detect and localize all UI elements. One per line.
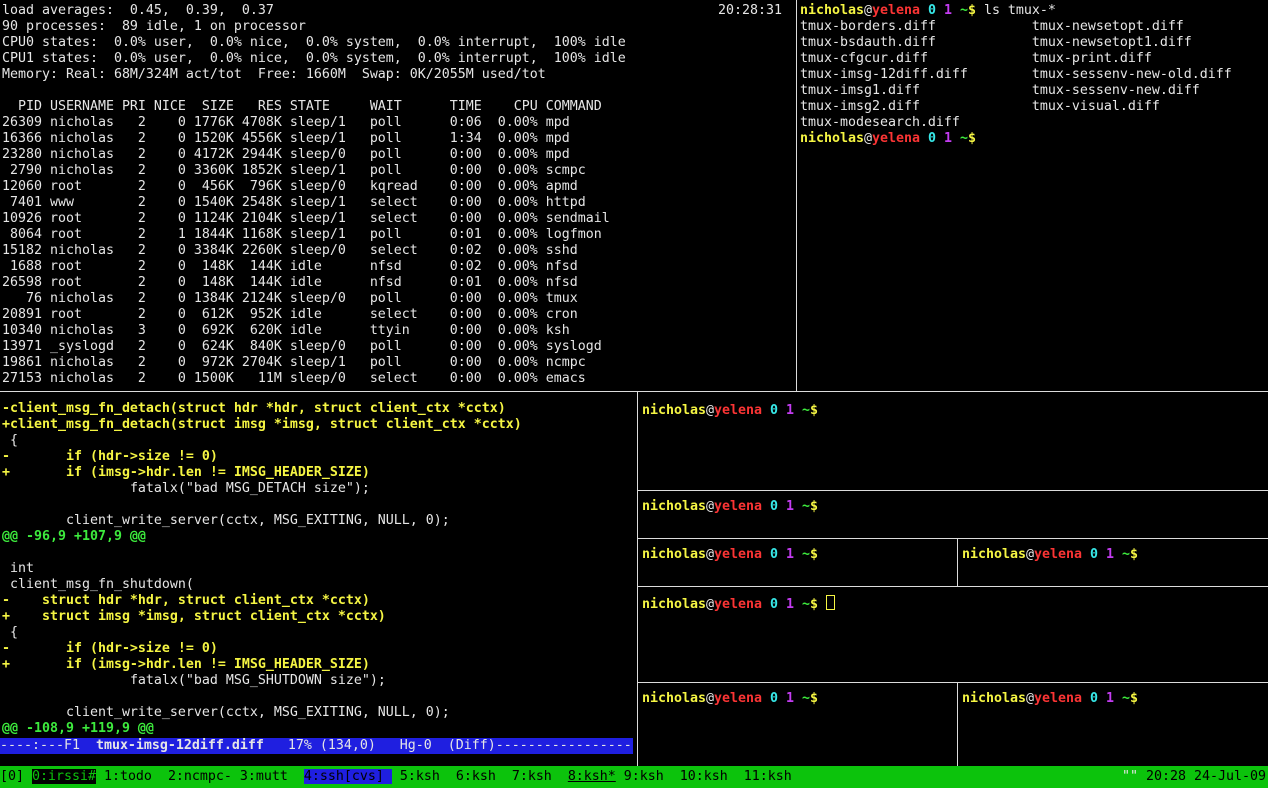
emacs-diff-line: @@ -108,9 +119,9 @@ [2, 721, 522, 737]
shell-prompt: nicholas@yelena 0 1 ~$ [642, 403, 818, 418]
emacs-diff-line: fatalx("bad MSG_DETACH size"); [2, 481, 522, 497]
pane-border-vertical-top [796, 0, 797, 392]
pane-border-v-mid [957, 539, 958, 586]
emacs-diff-line: -client_msg_fn_detach(struct hdr *hdr, s… [2, 401, 522, 417]
emacs-buffer: -client_msg_fn_detach(struct hdr *hdr, s… [2, 401, 522, 737]
pane-border-h1 [638, 490, 1268, 491]
window-10-ksh[interactable]: 10:ksh [680, 769, 736, 784]
emacs-diff-line: + struct imsg *imsg, struct client_ctx *… [2, 609, 522, 625]
shell-prompt: nicholas@yelena 0 1 ~$ [800, 131, 976, 146]
window-11-ksh[interactable]: 11:ksh [744, 769, 800, 784]
window-6-ksh[interactable]: 6:ksh [456, 769, 504, 784]
modeline-prefix: ----:---F1 [0, 738, 96, 753]
window-3-mutt[interactable]: 3:mutt [240, 769, 296, 784]
emacs-diff-line: { [2, 433, 522, 449]
tmux-terminal-screen: load averages: 0.45, 0.39, 0.37 90 proce… [0, 0, 1268, 788]
emacs-diff-line: client_msg_fn_shutdown( [2, 577, 522, 593]
window-5-ksh[interactable]: 5:ksh [400, 769, 448, 784]
tmux-status-bar: [0] 0:irssi# 1:todo 2:ncmpc- 3:mutt 4:ss… [0, 766, 1268, 788]
window-0-irssi[interactable]: 0:irssi# [32, 769, 96, 784]
emacs-diff-line [2, 497, 522, 513]
pane-shell-2[interactable]: nicholas@yelena 0 1 ~$ [642, 499, 818, 515]
emacs-diff-line [2, 545, 522, 561]
pane-border-v-low [957, 683, 958, 766]
emacs-diff-line: + if (imsg->hdr.len != IMSG_HEADER_SIZE) [2, 657, 522, 673]
pane-shell-ls[interactable]: nicholas@yelena 0 1 ~$ ls tmux-* tmux-bo… [800, 3, 1232, 147]
pane-border-horizontal-main [0, 391, 1268, 392]
shell-prompt: nicholas@yelena 0 1 ~$ [962, 547, 1138, 562]
command-text: ls tmux-* [976, 3, 1056, 18]
shell-prompt: nicholas@yelena 0 1 ~$ [642, 547, 818, 562]
emacs-diff-line: client_write_server(cctx, MSG_EXITING, N… [2, 705, 522, 721]
emacs-diff-line: int [2, 561, 522, 577]
status-clock: 20:28 24-Jul-09 [1146, 769, 1266, 785]
emacs-diff-line: { [2, 625, 522, 641]
top-clock: 20:28:31 [718, 3, 782, 19]
pane-title: "" [1122, 769, 1138, 785]
emacs-diff-line: @@ -96,9 +107,9 @@ [2, 529, 522, 545]
pane-border-h2 [638, 538, 1268, 539]
emacs-diff-line: - if (hdr->size != 0) [2, 641, 522, 657]
window-2-ncmpc[interactable]: 2:ncmpc- [168, 769, 232, 784]
emacs-diff-line: + if (imsg->hdr.len != IMSG_HEADER_SIZE) [2, 465, 522, 481]
emacs-modeline: ----:---F1 tmux-imsg-12diff.diff 17% (13… [0, 738, 633, 754]
shell-line: nicholas@yelena 0 1 ~$ ls tmux-* [800, 3, 1232, 19]
ls-listing: tmux-borders.diff tmux-newsetopt.diff tm… [800, 19, 1232, 131]
pane-shell-4[interactable]: nicholas@yelena 0 1 ~$ [962, 547, 1138, 563]
text-cursor [826, 595, 835, 610]
pane-shell-1[interactable]: nicholas@yelena 0 1 ~$ [642, 403, 818, 419]
window-8-ksh[interactable]: 8:ksh* [568, 769, 616, 784]
status-separator [1138, 769, 1146, 785]
pane-border-h4 [638, 682, 1268, 683]
emacs-diff-line [2, 689, 522, 705]
pane-shell-active[interactable]: nicholas@yelena 0 1 ~$ [642, 595, 835, 613]
pane-shell-6[interactable]: nicholas@yelena 0 1 ~$ [962, 691, 1138, 707]
emacs-diff-line: - struct hdr *hdr, struct client_ctx *cc… [2, 593, 522, 609]
emacs-diff-line: client_write_server(cctx, MSG_EXITING, N… [2, 513, 522, 529]
window-4-sshcvs[interactable]: 4:ssh[cvs] [304, 769, 392, 784]
window-1-todo[interactable]: 1:todo [104, 769, 160, 784]
modeline-filename: tmux-imsg-12diff.diff [96, 738, 264, 753]
window-7-ksh[interactable]: 7:ksh [512, 769, 560, 784]
session-indicator: [0] [0, 769, 32, 785]
emacs-diff-line: fatalx("bad MSG_SHUTDOWN size"); [2, 673, 522, 689]
pane-border-vertical-bottom [637, 392, 638, 766]
modeline-info: 17% (134,0) Hg-0 (Diff)----------------- [264, 738, 632, 753]
emacs-diff-line: - if (hdr->size != 0) [2, 449, 522, 465]
pane-emacs-diff[interactable]: -client_msg_fn_detach(struct hdr *hdr, s… [0, 0, 637, 766]
window-list: 0:irssi# 1:todo 2:ncmpc- 3:mutt 4:ssh[cv… [32, 769, 800, 785]
shell-prompt: nicholas@yelena 0 1 ~$ [962, 691, 1138, 706]
shell-prompt: nicholas@yelena 0 1 ~$ [642, 597, 818, 612]
emacs-diff-line: +client_msg_fn_detach(struct imsg *imsg,… [2, 417, 522, 433]
pane-shell-5[interactable]: nicholas@yelena 0 1 ~$ [642, 691, 818, 707]
shell-prompt: nicholas@yelena 0 1 ~$ [800, 3, 976, 18]
pane-shell-3[interactable]: nicholas@yelena 0 1 ~$ [642, 547, 818, 563]
pane-border-h3 [638, 586, 1268, 587]
window-9-ksh[interactable]: 9:ksh [624, 769, 672, 784]
shell-prompt: nicholas@yelena 0 1 ~$ [642, 691, 818, 706]
shell-line: nicholas@yelena 0 1 ~$ [800, 131, 1232, 147]
shell-prompt: nicholas@yelena 0 1 ~$ [642, 499, 818, 514]
